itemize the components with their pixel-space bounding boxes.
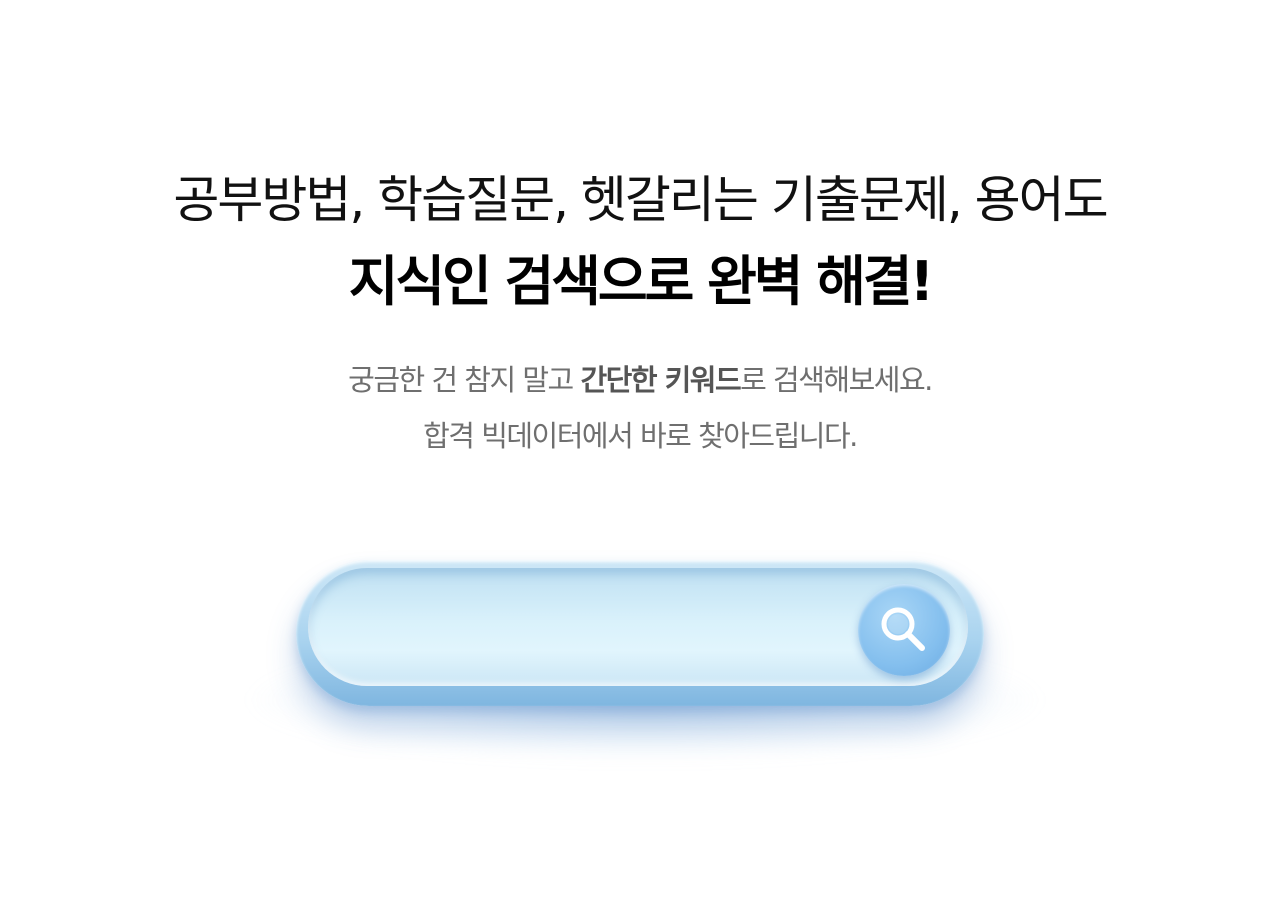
search-input[interactable] bbox=[348, 598, 852, 656]
subtitle-prefix: 궁금한 건 참지 말고 bbox=[348, 363, 581, 397]
subtitle: 궁금한 건 참지 말고 간단한 키워드로 검색해보세요. 합격 빅데이터에서 바… bbox=[0, 352, 1280, 464]
search-bar bbox=[296, 560, 984, 706]
page: 공부방법, 학습질문, 헷갈리는 기출문제, 용어도 지식인 검색으로 완벽 해… bbox=[0, 0, 1280, 918]
subtitle-line1: 궁금한 건 참지 말고 간단한 키워드로 검색해보세요. bbox=[348, 363, 933, 397]
headline-strong: 지식인 검색으로 완벽 해결! bbox=[348, 250, 935, 313]
subtitle-line2: 합격 빅데이터에서 바로 찾아드립니다. bbox=[423, 419, 858, 453]
subtitle-keyword: 간단한 키워드 bbox=[580, 363, 741, 397]
search-icon bbox=[881, 607, 925, 651]
search-button[interactable] bbox=[858, 584, 950, 676]
subtitle-suffix: 로 검색해보세요. bbox=[740, 363, 933, 397]
search-field-well bbox=[308, 568, 968, 686]
headline: 공부방법, 학습질문, 헷갈리는 기출문제, 용어도 bbox=[173, 171, 1108, 229]
